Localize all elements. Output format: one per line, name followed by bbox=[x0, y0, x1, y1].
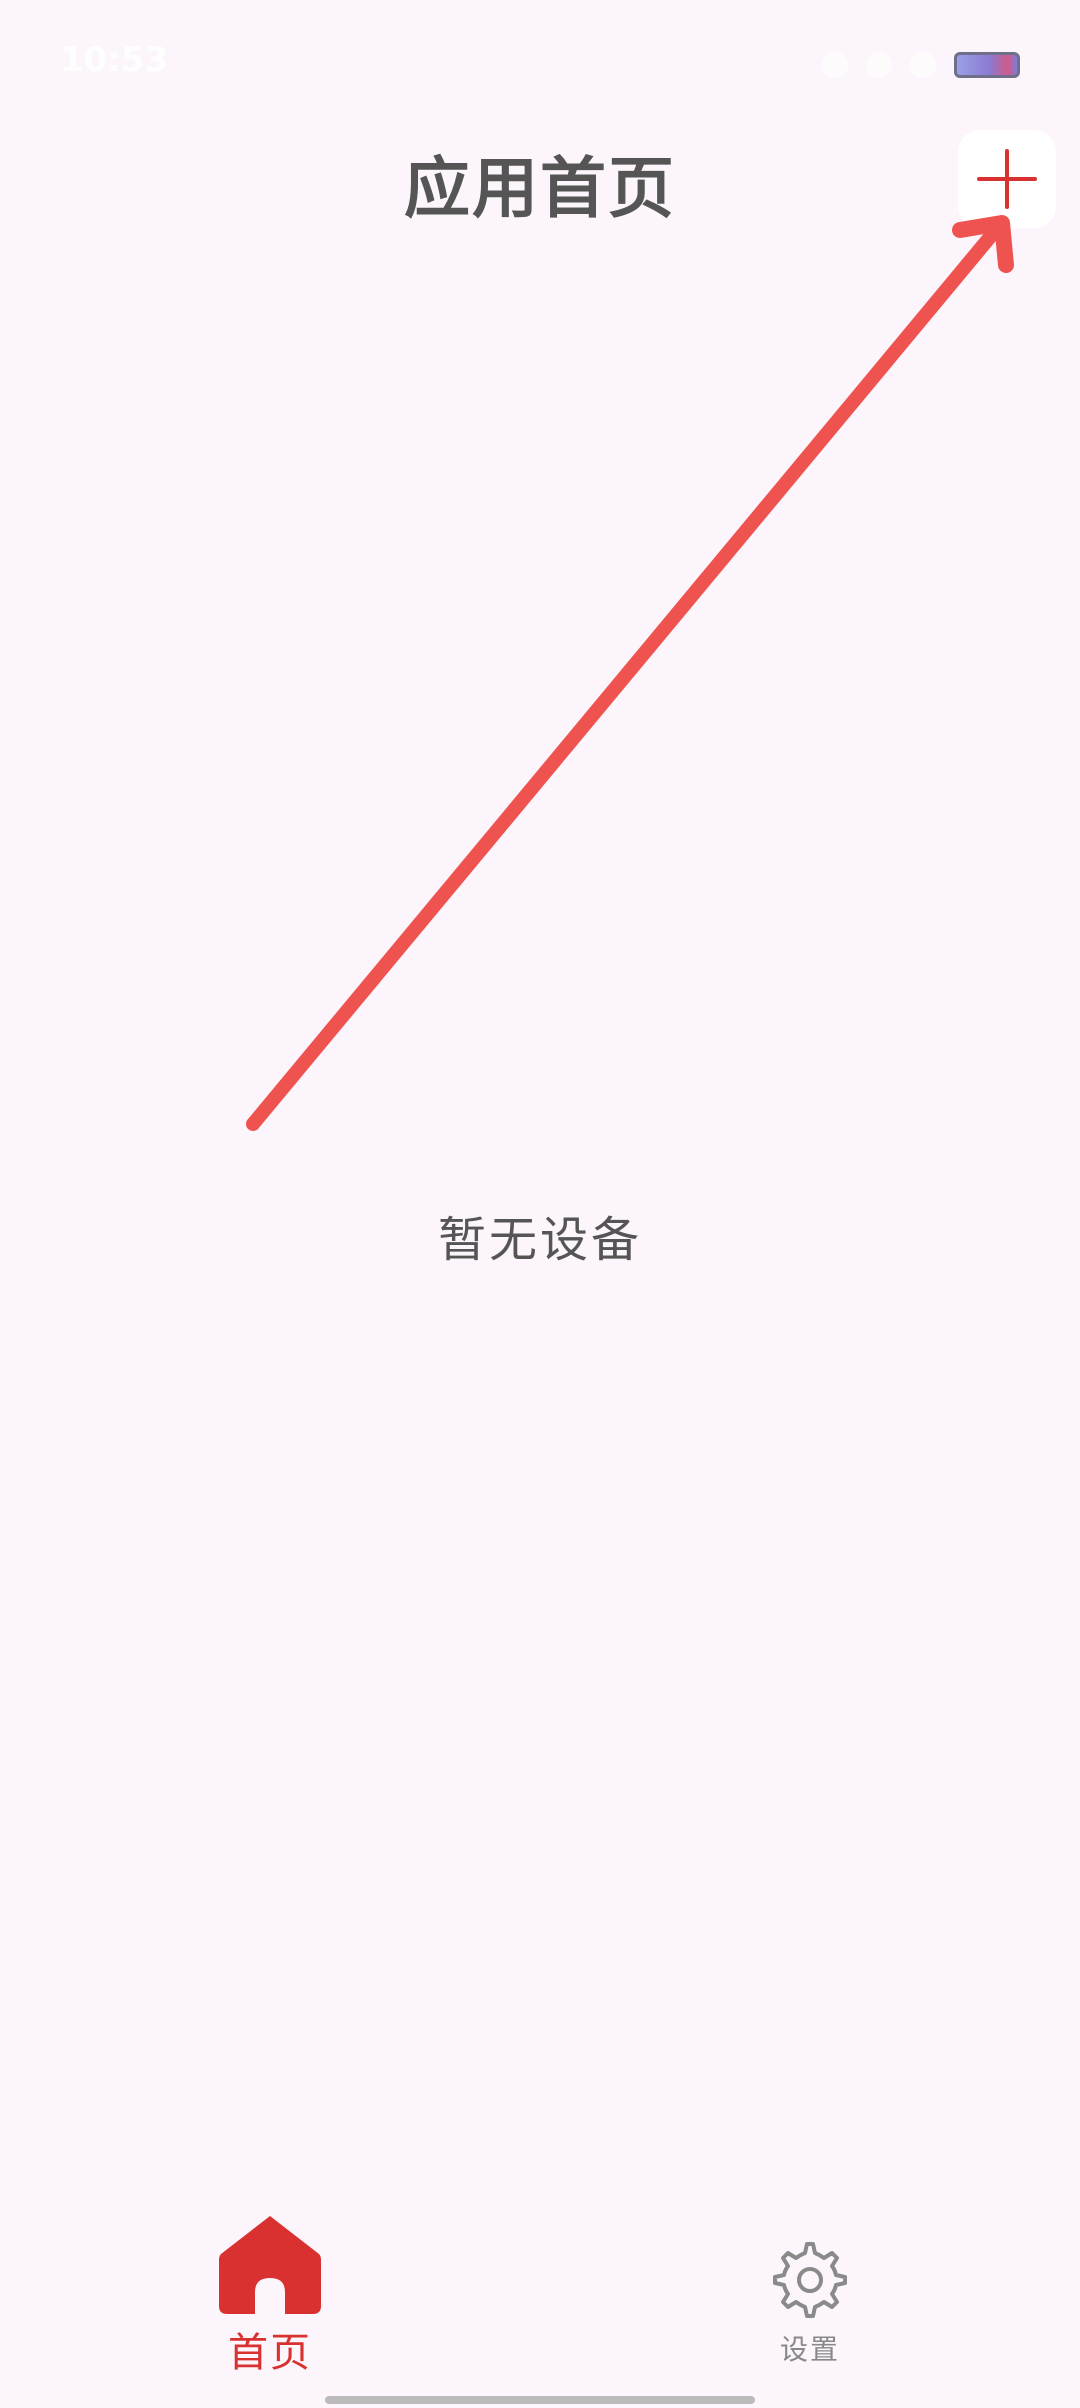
empty-state-text: 暂无设备 bbox=[437, 1212, 642, 1268]
nav-label-settings: 设置 bbox=[779, 2333, 840, 2366]
page-title: 应用首页 bbox=[404, 150, 676, 227]
gear-icon bbox=[773, 2242, 847, 2318]
bottom-nav: 首页 设置 bbox=[0, 2210, 1080, 2390]
signal-icon bbox=[866, 52, 892, 78]
notification-icon bbox=[822, 52, 848, 78]
nav-item-settings[interactable]: 设置 bbox=[690, 2210, 930, 2390]
home-icon bbox=[219, 2216, 321, 2314]
status-time: 10:53 bbox=[60, 40, 169, 80]
status-bar: 10:53 bbox=[0, 0, 1080, 120]
home-indicator[interactable] bbox=[325, 2396, 755, 2404]
nav-item-home[interactable]: 首页 bbox=[150, 2210, 390, 2390]
plus-icon bbox=[977, 149, 1037, 209]
battery-icon bbox=[954, 52, 1020, 78]
add-device-button[interactable] bbox=[958, 130, 1056, 228]
wifi-icon bbox=[910, 52, 936, 78]
status-icons bbox=[822, 48, 1020, 82]
nav-label-home: 首页 bbox=[228, 2330, 312, 2376]
